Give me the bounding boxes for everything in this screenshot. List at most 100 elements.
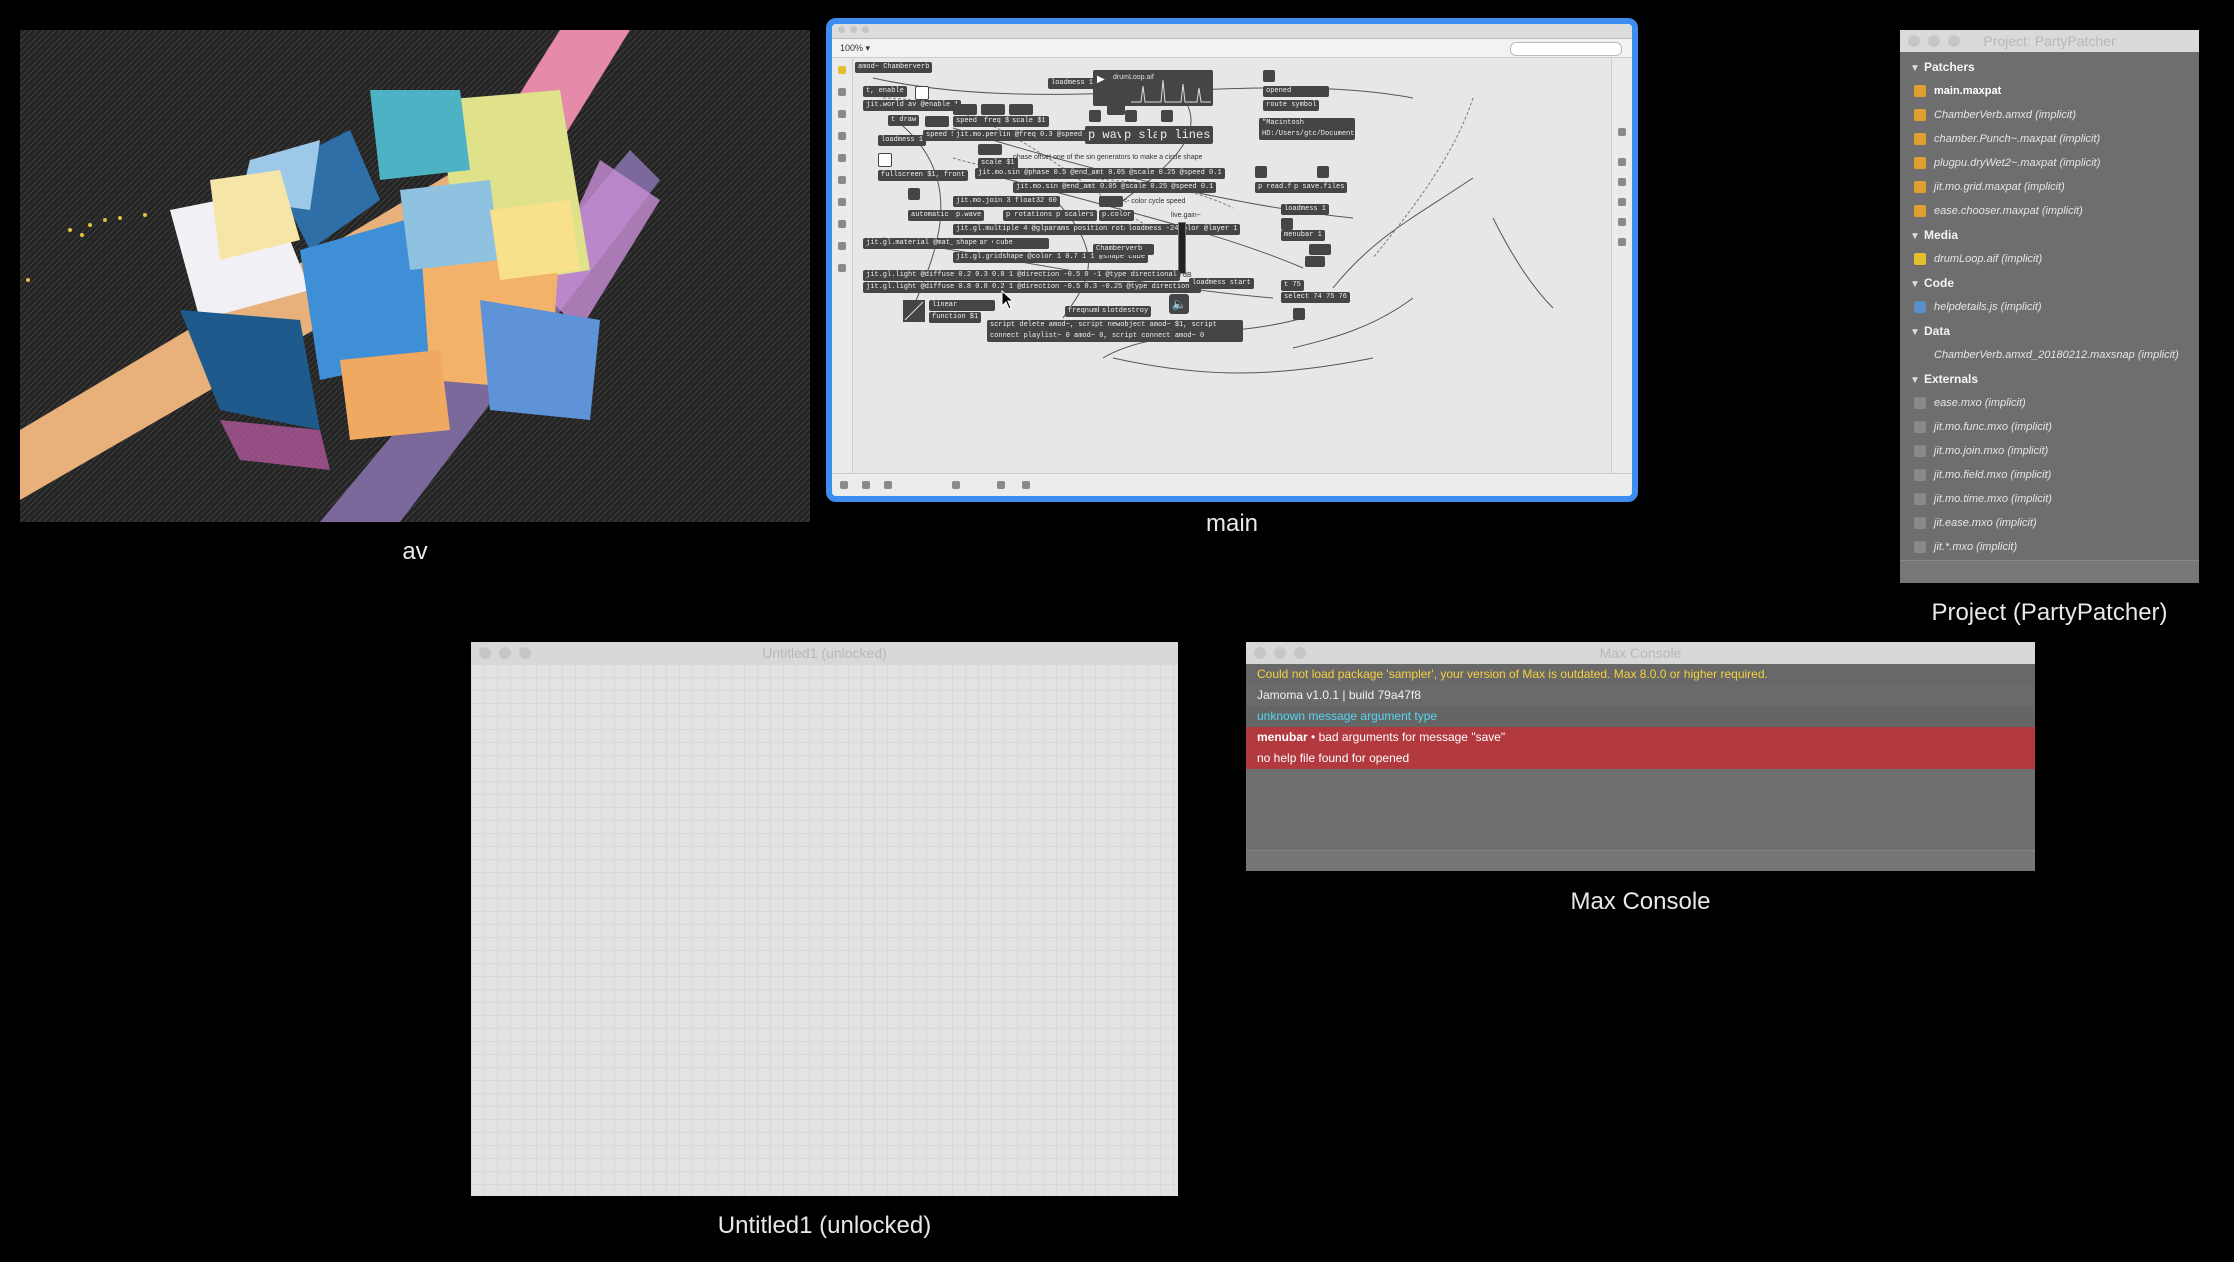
- project-file-item[interactable]: drumLoop.aif (implicit): [1900, 247, 2199, 271]
- number-box[interactable]: [1305, 256, 1325, 267]
- number-box[interactable]: [978, 144, 1002, 155]
- console-nohelp-row[interactable]: no help file found for opened: [1246, 748, 2035, 769]
- disclosure-triangle-icon[interactable]: ▼: [1910, 273, 1924, 297]
- function-message[interactable]: function $1: [929, 312, 982, 323]
- select-bang[interactable]: [1293, 308, 1305, 320]
- console-titlebar[interactable]: Max Console: [1246, 642, 2035, 664]
- disclosure-triangle-icon[interactable]: ▼: [1910, 57, 1924, 81]
- p-wave-small[interactable]: p.wave: [953, 210, 985, 221]
- disclosure-triangle-icon[interactable]: ▼: [1910, 369, 1924, 393]
- link-icon[interactable]: [838, 264, 846, 272]
- project-window[interactable]: Project: PartyPatcher ▼ Patchers main.maxp…: [1900, 30, 2199, 583]
- gl-light-1[interactable]: jit.gl.light @diffuse 0.2 0.3 0.8 1 @dir…: [863, 270, 1180, 281]
- live-gain-slider[interactable]: [1178, 222, 1186, 274]
- zoom-dot[interactable]: [519, 647, 531, 659]
- toggle-icon[interactable]: [838, 154, 846, 162]
- disclosure-triangle-icon[interactable]: ▼: [1910, 225, 1924, 249]
- path-message[interactable]: "Macintosh HD:/Users/gtc/Documents/my pa…: [1259, 118, 1355, 140]
- project-file-item[interactable]: ease.chooser.maxpat (implicit): [1900, 199, 2199, 223]
- close-dot[interactable]: [1908, 35, 1920, 47]
- number-box[interactable]: [1009, 104, 1033, 115]
- project-titlebar[interactable]: Project: PartyPatcher: [1900, 30, 2199, 52]
- project-file-item[interactable]: main.maxpat: [1900, 79, 2199, 103]
- loadmess-top[interactable]: loadmess 1: [1048, 78, 1097, 89]
- loadmess-start[interactable]: loadmess start: [1189, 278, 1254, 289]
- project-file-item[interactable]: chamber.Punch~.maxpat (implicit): [1900, 127, 2199, 151]
- number-box[interactable]: [925, 116, 949, 127]
- enable-toggle[interactable]: [915, 86, 929, 100]
- open-bang[interactable]: [1263, 70, 1275, 82]
- bang-2[interactable]: [1125, 110, 1137, 122]
- gl-multiple[interactable]: jit.gl.multiple 4 @glparams position rot…: [953, 224, 1241, 235]
- script-message[interactable]: script delete amod~, script newobject am…: [987, 320, 1243, 342]
- project-file-item[interactable]: helpdetails.js (implicit): [1900, 295, 2199, 319]
- p-lines-subpatch[interactable]: p lines: [1157, 126, 1214, 144]
- comment-icon[interactable]: [838, 110, 846, 118]
- loadmess-minus24[interactable]: loadmess -24: [1125, 224, 1182, 235]
- project-file-item[interactable]: jit.mo.func.mxo (implicit): [1900, 415, 2199, 439]
- number-box[interactable]: [1099, 196, 1123, 207]
- image-icon[interactable]: [838, 242, 846, 250]
- slotdestroy-object[interactable]: slotdestroy: [1099, 306, 1152, 317]
- zoom-dot[interactable]: [1294, 647, 1306, 659]
- p-rotations[interactable]: p rotations: [1003, 210, 1056, 221]
- loadmess-1b[interactable]: loadmess 1: [1281, 204, 1330, 215]
- project-section-header[interactable]: ▼ Code: [1900, 271, 2199, 295]
- function-graph[interactable]: [903, 300, 925, 322]
- project-section-header[interactable]: ▼ Data: [1900, 319, 2199, 343]
- zoom-dot[interactable]: [862, 26, 869, 33]
- project-section-header[interactable]: ▼ Media: [1900, 223, 2199, 247]
- scale-message[interactable]: scale $1: [1009, 116, 1049, 127]
- av-window[interactable]: [20, 30, 810, 522]
- number-icon[interactable]: [838, 176, 846, 184]
- number-box[interactable]: [1107, 104, 1125, 115]
- linear-menu[interactable]: linear: [929, 300, 995, 311]
- disclosure-triangle-icon[interactable]: ▼: [1910, 321, 1924, 345]
- menubar-object[interactable]: menubar 1: [1281, 230, 1325, 241]
- bang-1[interactable]: [1089, 110, 1101, 122]
- dial-icon[interactable]: [838, 220, 846, 228]
- project-file-item[interactable]: jit.mo.join.mxo (implicit): [1900, 439, 2199, 463]
- project-file-item[interactable]: plugpu.dryWet2~.maxpat (implicit): [1900, 151, 2199, 175]
- opened-object[interactable]: opened: [1263, 86, 1329, 97]
- zoom-select[interactable]: 100% ▾: [840, 43, 870, 53]
- close-dot[interactable]: [479, 647, 491, 659]
- lock-icon[interactable]: [840, 481, 848, 489]
- mo-sin-2[interactable]: jit.mo.sin @end_amt 0.05 @scale 0.25 @sp…: [1013, 182, 1217, 193]
- untitled-patcher-window[interactable]: Untitled1 (unlocked): [471, 642, 1178, 1196]
- main-titlebar[interactable]: [832, 24, 1632, 39]
- slider-icon[interactable]: [838, 198, 846, 206]
- mo-sin-1[interactable]: jit.mo.sin @phase 0.5 @end_amt 0.05 @sca…: [975, 168, 1225, 179]
- project-file-item[interactable]: jit.*.mxo (implicit): [1900, 535, 2199, 559]
- drumloop-player[interactable]: ▶ drumLoop.aif: [1093, 70, 1213, 106]
- search-input[interactable]: [1510, 42, 1622, 56]
- fullscreen-message[interactable]: fullscreen $1, front: [878, 170, 969, 181]
- bang-3[interactable]: [1161, 110, 1173, 122]
- route-symbol[interactable]: route symbol: [1263, 100, 1320, 111]
- fullscreen-toggle[interactable]: [878, 153, 892, 167]
- save-bang[interactable]: [1317, 166, 1329, 178]
- shape-message[interactable]: shape: [953, 238, 981, 249]
- chamberverb-menu[interactable]: Chamberverb: [1093, 244, 1154, 255]
- minimize-dot[interactable]: [850, 26, 857, 33]
- patcher-canvas[interactable]: amod~ Chamberverb t, enable jit.world av…: [853, 58, 1611, 473]
- close-dot[interactable]: [1254, 647, 1266, 659]
- button-icon[interactable]: [838, 132, 846, 140]
- project-file-item[interactable]: ChamberVerb.amxd (implicit): [1900, 103, 2199, 127]
- amod-object[interactable]: amod~ Chamberverb: [855, 62, 933, 73]
- project-file-item[interactable]: jit.mo.grid.maxpat (implicit): [1900, 175, 2199, 199]
- minimize-dot[interactable]: [1274, 647, 1286, 659]
- minimize-dot[interactable]: [499, 647, 511, 659]
- number-box[interactable]: [981, 104, 1005, 115]
- t-75[interactable]: t 75: [1281, 280, 1304, 291]
- zoom-dot[interactable]: [1948, 35, 1960, 47]
- console-warning-row[interactable]: Could not load package 'sampler', your v…: [1246, 664, 2035, 685]
- patcher-grid-canvas[interactable]: [471, 664, 1178, 1196]
- number-box[interactable]: [1309, 244, 1331, 255]
- minimize-dot[interactable]: [1928, 35, 1940, 47]
- read-bang[interactable]: [1255, 166, 1267, 178]
- gl-light-2[interactable]: jit.gl.light @diffuse 0.8 0.8 0.2 1 @dir…: [863, 282, 1201, 293]
- number-box[interactable]: [953, 104, 977, 115]
- enable-message[interactable]: t, enable: [863, 86, 907, 97]
- speaker-icon[interactable]: 🔈: [1169, 294, 1189, 314]
